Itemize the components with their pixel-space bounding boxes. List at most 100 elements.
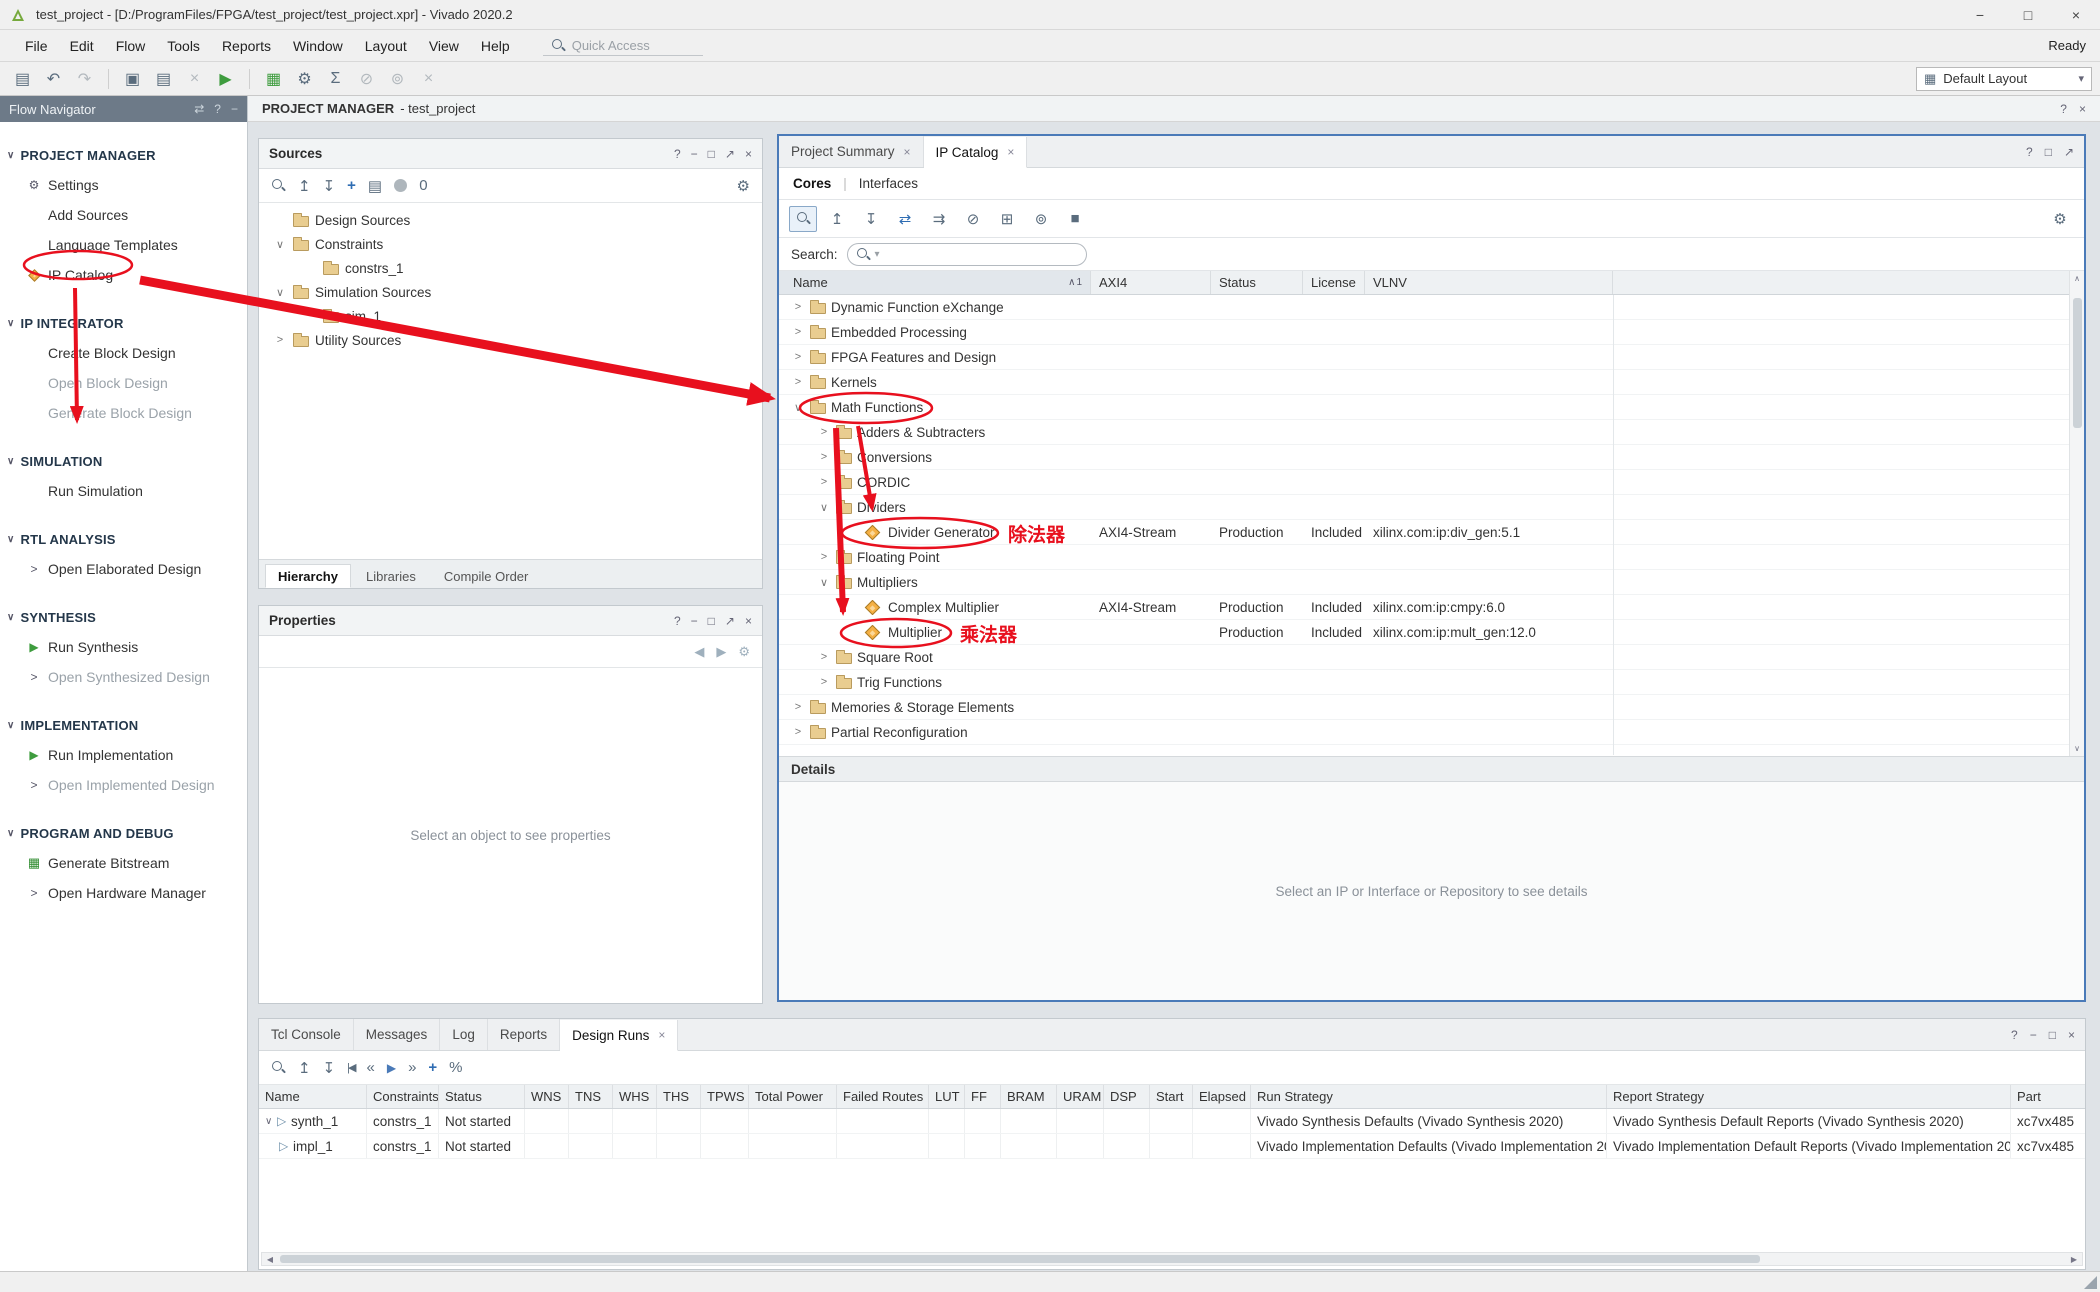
expand-icon[interactable]: ∨ [273, 286, 287, 299]
sidebar-item-open-block-design[interactable]: Open Block Design [0, 368, 247, 398]
forward-icon[interactable]: » [408, 1059, 416, 1076]
expand-icon[interactable]: > [817, 551, 831, 563]
expand-icon[interactable]: > [791, 326, 805, 338]
group-by-category-icon[interactable]: ⇄ [891, 206, 919, 232]
stop-icon[interactable]: ■ [1061, 206, 1089, 232]
sidebar-item-run-synthesis[interactable]: ▶ Run Synthesis [0, 632, 247, 662]
help-icon[interactable]: ? [214, 102, 221, 116]
help-icon[interactable]: ? [2060, 102, 2067, 116]
expand-icon[interactable]: > [817, 451, 831, 463]
horizontal-scrollbar[interactable]: ◀ ▶ [261, 1252, 2083, 1266]
expand-all-icon[interactable]: ↧ [323, 1059, 336, 1077]
expand-icon[interactable]: > [817, 651, 831, 663]
sidebar-item-run-simulation[interactable]: Run Simulation [0, 476, 247, 506]
section-header-ip-integrator[interactable]: ∨ IP INTEGRATOR [0, 308, 247, 338]
scrollbar-thumb[interactable] [280, 1255, 1760, 1263]
section-header-simulation[interactable]: ∨ SIMULATION [0, 446, 247, 476]
tab-hierarchy[interactable]: Hierarchy [265, 564, 351, 588]
search-icon[interactable] [271, 178, 286, 193]
sidebar-item-open-synthesized-design[interactable]: > Open Synthesized Design [0, 662, 247, 692]
create-run-icon[interactable]: + [428, 1059, 437, 1076]
ip-category-row[interactable]: >FPGA Features and Design [779, 345, 2084, 370]
redo-icon[interactable]: ↷ [70, 66, 99, 92]
expand-icon[interactable]: ∨ [817, 501, 831, 514]
search-icon[interactable] [271, 1060, 286, 1075]
scroll-down-icon[interactable]: ∨ [2070, 741, 2084, 756]
section-header-project-manager[interactable]: ∨ PROJECT MANAGER [0, 140, 247, 170]
sidebar-item-settings[interactable]: ⚙ Settings [0, 170, 247, 200]
resize-grip[interactable] [2084, 1276, 2097, 1289]
collapse-all-icon[interactable]: ↥ [298, 177, 311, 195]
sigma-icon[interactable]: Σ [321, 66, 350, 92]
expand-icon[interactable]: ∨ [791, 401, 805, 414]
menu-file[interactable]: File [14, 33, 59, 59]
scroll-up-icon[interactable]: ∧ [2070, 271, 2084, 286]
help-icon[interactable]: ? [674, 614, 681, 628]
tab-tcl-console[interactable]: Tcl Console [259, 1019, 354, 1050]
ip-core-row-multiplier[interactable]: Multiplier Production Included xilinx.co… [779, 620, 2084, 645]
step-back-icon[interactable]: |◀ [347, 1061, 354, 1074]
minimize-icon[interactable]: − [691, 147, 698, 161]
maximize-icon[interactable]: □ [708, 147, 715, 161]
menu-window[interactable]: Window [282, 33, 354, 59]
help-icon[interactable]: ? [674, 147, 681, 161]
tree-item-constraints[interactable]: ∨ Constraints [259, 232, 762, 256]
expand-icon[interactable]: > [817, 426, 831, 438]
tab-compile-order[interactable]: Compile Order [431, 564, 542, 588]
ip-core-row-complex-multiplier[interactable]: Complex Multiplier AXI4-Stream Productio… [779, 595, 2084, 620]
sidebar-item-add-sources[interactable]: Add Sources [0, 200, 247, 230]
tab-project-summary[interactable]: Project Summary × [779, 136, 924, 167]
details-header[interactable]: Details [779, 756, 2084, 782]
close-icon[interactable]: × [1007, 145, 1014, 159]
properties-panel-header[interactable]: Properties ? − □ ↗ × [259, 606, 762, 636]
close-icon[interactable]: × [2079, 102, 2086, 116]
maximize-button[interactable]: □ [2004, 0, 2052, 29]
undo-icon[interactable]: ↶ [39, 66, 68, 92]
column-header-name[interactable]: Name ∧1 [779, 271, 1091, 294]
column-header-license[interactable]: License [1303, 271, 1365, 294]
minimize-icon[interactable]: − [691, 614, 698, 628]
doc-icon[interactable]: ▤ [368, 177, 382, 195]
ip-settings-icon[interactable]: ⊘ [959, 206, 987, 232]
close-button[interactable]: × [2052, 0, 2100, 29]
tab-libraries[interactable]: Libraries [353, 564, 429, 588]
section-header-program-and-debug[interactable]: ∨ PROGRAM AND DEBUG [0, 818, 247, 848]
sidebar-item-generate-bitstream[interactable]: ▦ Generate Bitstream [0, 848, 247, 878]
section-header-rtl-analysis[interactable]: ∨ RTL ANALYSIS [0, 524, 247, 554]
sidebar-item-run-implementation[interactable]: ▶ Run Implementation [0, 740, 247, 770]
section-header-implementation[interactable]: ∨ IMPLEMENTATION [0, 710, 247, 740]
back-icon[interactable]: ◀ [694, 644, 704, 660]
collapse-all-icon[interactable]: ↥ [823, 206, 851, 232]
expand-all-icon[interactable]: ↧ [857, 206, 885, 232]
sidebar-item-open-hardware-manager[interactable]: > Open Hardware Manager [0, 878, 247, 908]
expand-icon[interactable]: > [791, 351, 805, 363]
close-icon[interactable]: × [658, 1028, 665, 1042]
run-icon[interactable]: ▶ [211, 66, 240, 92]
ip-category-row[interactable]: >Square Root [779, 645, 2084, 670]
expand-icon[interactable]: > [791, 376, 805, 388]
settings-gear-icon[interactable]: ⚙ [737, 177, 750, 195]
scroll-left-icon[interactable]: ◀ [262, 1253, 278, 1265]
settings-gear-icon[interactable]: ⚙ [2046, 206, 2074, 232]
close-tool-icon[interactable]: × [414, 66, 443, 92]
expand-icon[interactable]: > [791, 301, 805, 313]
sidebar-item-ip-catalog[interactable]: IP Catalog [0, 260, 247, 290]
ip-search-field[interactable]: ▾ [847, 243, 1087, 266]
menu-reports[interactable]: Reports [211, 33, 282, 59]
expand-icon[interactable]: ∨ [817, 576, 831, 589]
forward-icon[interactable]: ▶ [716, 644, 726, 660]
menu-view[interactable]: View [418, 33, 470, 59]
run-icon[interactable]: ▶ [387, 1061, 396, 1075]
dock-icon[interactable]: ⇄ [194, 102, 204, 116]
ip-category-row-dividers[interactable]: ∨Dividers [779, 495, 2084, 520]
column-header-status[interactable]: Status [1211, 271, 1303, 294]
program-device-icon[interactable]: ▦ [259, 66, 288, 92]
paste-icon[interactable]: ▤ [149, 66, 178, 92]
add-sources-icon[interactable]: + [347, 177, 356, 194]
ip-category-row-multipliers[interactable]: ∨Multipliers [779, 570, 2084, 595]
scrollbar-thumb[interactable] [2073, 298, 2082, 428]
ip-category-row[interactable]: >Kernels [779, 370, 2084, 395]
ip-category-row[interactable]: >Floating Point [779, 545, 2084, 570]
quick-access-search[interactable]: Quick Access [543, 36, 703, 56]
ip-core-row-divider-generator[interactable]: Divider Generator AXI4-Stream Production… [779, 520, 2084, 545]
